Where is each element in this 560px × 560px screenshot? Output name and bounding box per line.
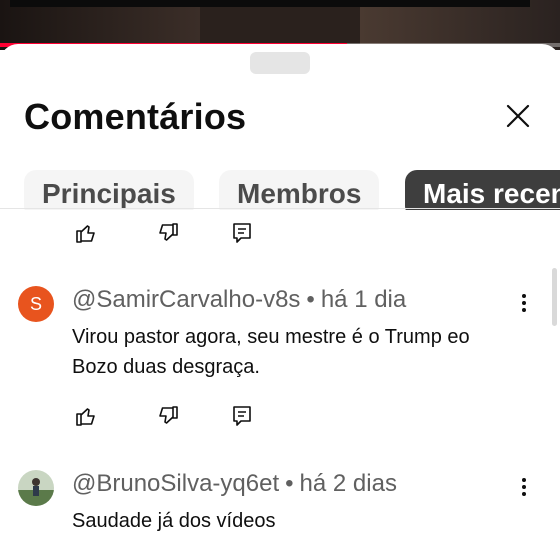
comment-time: há 1 dia (320, 286, 407, 313)
meta-separator: • (306, 286, 315, 313)
avatar-photo-icon (18, 470, 54, 506)
thumbs-up-icon (76, 408, 95, 426)
comment-meta: @BrunoSilva-yq6et • há 2 dias (72, 470, 397, 498)
like-button[interactable] (72, 402, 100, 430)
reply-button[interactable] (228, 219, 256, 247)
avatar[interactable] (18, 470, 54, 506)
more-vertical-icon (522, 294, 526, 312)
comment-time: há 2 dias (299, 470, 397, 497)
reply-button[interactable] (228, 402, 256, 430)
comments-sheet: Comentários Principais Membros Mais rece… (0, 44, 560, 560)
sheet-title: Comentários (24, 96, 247, 137)
avatar[interactable]: S (18, 286, 54, 322)
comment-author[interactable]: @SamirCarvalho-v8s (72, 286, 300, 313)
like-button[interactable] (72, 219, 100, 247)
thumbs-down-icon (159, 406, 178, 424)
tab-membros[interactable]: Membros (219, 170, 380, 210)
close-icon (506, 104, 530, 128)
previous-comment-actions (72, 219, 272, 247)
more-vertical-icon (522, 478, 526, 496)
thumbs-up-icon (76, 225, 95, 243)
comment-text: Saudade já dos vídeos (72, 510, 276, 532)
comment-filter-tabs: Principais Membros Mais recentes (24, 170, 560, 210)
scrollbar[interactable] (552, 268, 557, 326)
tab-mais-recentes[interactable]: Mais recentes (405, 170, 560, 210)
comment-actions (72, 402, 272, 430)
meta-separator: • (285, 470, 294, 497)
video-player-strip[interactable] (0, 0, 560, 50)
tab-principais[interactable]: Principais (24, 170, 194, 210)
comment-meta: @SamirCarvalho-v8s • há 1 dia (72, 286, 406, 314)
thumbs-down-icon (159, 223, 178, 241)
reply-comment-icon (233, 223, 251, 243)
more-options-button[interactable] (512, 472, 536, 502)
reply-comment-icon (233, 406, 251, 426)
tabs-divider (0, 208, 560, 209)
comment-text: Virou pastor agora, seu mestre é o Trump… (72, 326, 470, 378)
sheet-drag-handle[interactable] (250, 52, 310, 74)
comment-author[interactable]: @BrunoSilva-yq6et (72, 470, 279, 497)
dislike-button[interactable] (154, 402, 182, 430)
close-button[interactable] (500, 98, 536, 134)
dislike-button[interactable] (154, 219, 182, 247)
video-caption-bar (10, 0, 530, 7)
more-options-button[interactable] (512, 288, 536, 318)
